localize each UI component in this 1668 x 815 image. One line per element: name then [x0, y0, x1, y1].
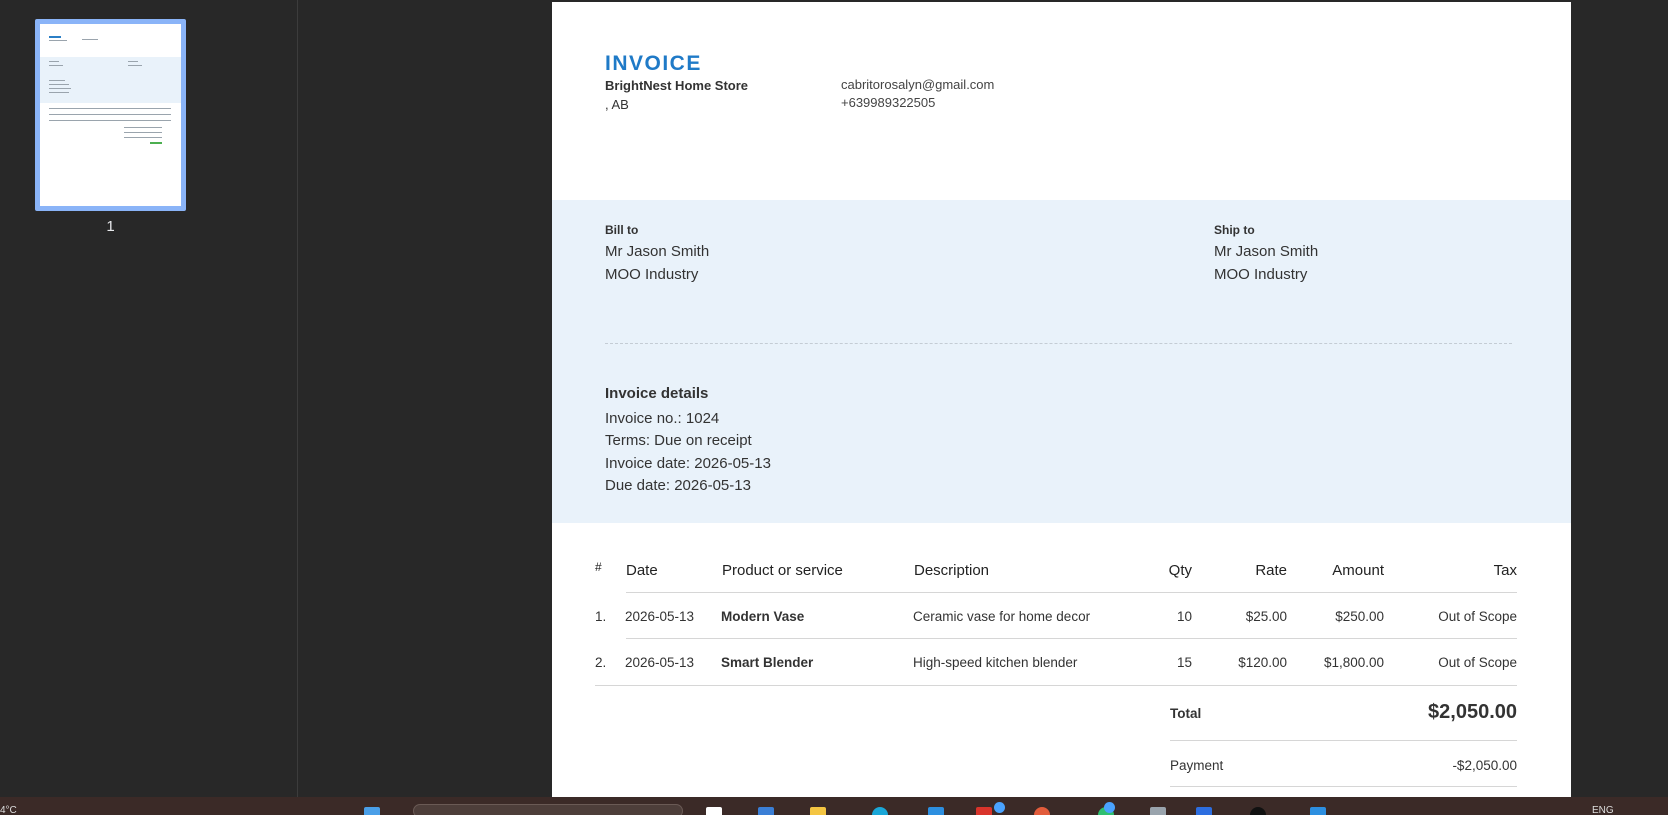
- bill-to-label: Bill to: [605, 223, 639, 237]
- mail-icon[interactable]: [976, 807, 992, 815]
- pin-icon[interactable]: [1150, 807, 1166, 815]
- bill-to-company: MOO Industry: [605, 266, 699, 283]
- col-header-number: #: [595, 560, 602, 574]
- taskbar: 4°C ENG: [0, 797, 1668, 815]
- payment-rule: [1170, 786, 1517, 787]
- thumbnail-sidebar: 1: [0, 0, 298, 797]
- company-address: , AB: [605, 97, 629, 112]
- row-1-amount: $250.00: [1335, 609, 1384, 624]
- col-header-amount: Amount: [1332, 562, 1384, 579]
- file-explorer-icon[interactable]: [810, 807, 826, 815]
- col-header-rate: Rate: [1255, 562, 1287, 579]
- total-rule: [1170, 740, 1517, 741]
- document-viewer[interactable]: INVOICE BrightNest Home Store , AB cabri…: [299, 0, 1668, 797]
- header-rule: [626, 592, 1517, 593]
- company-name: BrightNest Home Store: [605, 78, 749, 93]
- row-2-description: High-speed kitchen blender: [913, 655, 1078, 670]
- ship-to-company: MOO Industry: [1214, 266, 1308, 283]
- store-icon[interactable]: [928, 807, 944, 815]
- edge-icon[interactable]: [758, 807, 774, 815]
- row-2-tax: Out of Scope: [1438, 655, 1517, 670]
- whatsapp-badge: [1104, 802, 1115, 813]
- row-1-tax: Out of Scope: [1438, 609, 1517, 624]
- row-rule: [626, 638, 1517, 639]
- browser-icon[interactable]: [872, 807, 888, 815]
- row-2-qty: 15: [1176, 655, 1192, 670]
- bill-to-name: Mr Jason Smith: [605, 243, 710, 260]
- weather-temperature[interactable]: 4°C: [0, 805, 17, 815]
- row-2-product: Smart Blender: [721, 655, 814, 670]
- row-2-rate: $120.00: [1238, 655, 1287, 670]
- col-header-tax: Tax: [1493, 562, 1517, 579]
- notification-badge: [994, 802, 1005, 813]
- payment-label: Payment: [1170, 758, 1224, 773]
- thumbnail-preview: [40, 24, 181, 206]
- chrome-icon[interactable]: [1034, 807, 1050, 815]
- invoice-terms: Terms: Due on receipt: [605, 432, 752, 449]
- invoice-date: Invoice date: 2026-05-13: [605, 455, 771, 472]
- language-indicator[interactable]: ENG: [1592, 805, 1614, 815]
- col-header-qty: Qty: [1168, 562, 1192, 579]
- app-icon[interactable]: [1250, 807, 1266, 815]
- start-icon[interactable]: [364, 807, 380, 815]
- page-thumbnail[interactable]: [35, 19, 186, 211]
- task-view-icon[interactable]: [706, 807, 722, 815]
- row-1-number: 1.: [595, 609, 607, 624]
- invoice-due-date: Due date: 2026-05-13: [605, 477, 751, 494]
- outlook-icon[interactable]: [1310, 807, 1326, 815]
- table-end-rule: [595, 685, 1517, 686]
- row-1-date: 2026-05-13: [625, 609, 695, 624]
- total-label: Total: [1170, 706, 1202, 721]
- col-header-description: Description: [914, 562, 990, 579]
- row-1-qty: 10: [1176, 609, 1192, 624]
- ship-to-label: Ship to: [1214, 223, 1255, 237]
- word-icon[interactable]: [1196, 807, 1212, 815]
- company-email: cabritorosalyn@gmail.com: [841, 77, 995, 92]
- row-2-date: 2026-05-13: [625, 655, 695, 670]
- row-2-number: 2.: [595, 655, 607, 670]
- invoice-number: Invoice no.: 1024: [605, 410, 720, 427]
- invoice-title: INVOICE: [605, 52, 702, 75]
- payment-value: -$2,050.00: [1452, 758, 1517, 773]
- invoice-details-title: Invoice details: [605, 385, 709, 402]
- taskbar-search[interactable]: [413, 804, 683, 815]
- section-divider: [605, 343, 1512, 344]
- row-1-product: Modern Vase: [721, 609, 805, 624]
- row-2-amount: $1,800.00: [1323, 655, 1384, 670]
- row-1-rate: $25.00: [1245, 609, 1287, 624]
- company-phone: +639989322505: [841, 95, 936, 110]
- row-1-description: Ceramic vase for home decor: [913, 609, 1091, 624]
- ship-to-name: Mr Jason Smith: [1214, 243, 1319, 260]
- col-header-date: Date: [626, 562, 658, 579]
- col-header-product: Product or service: [722, 562, 843, 579]
- total-value: $2,050.00: [1428, 701, 1517, 723]
- invoice-page: INVOICE BrightNest Home Store , AB cabri…: [552, 2, 1571, 797]
- thumbnail-page-number: 1: [106, 218, 115, 235]
